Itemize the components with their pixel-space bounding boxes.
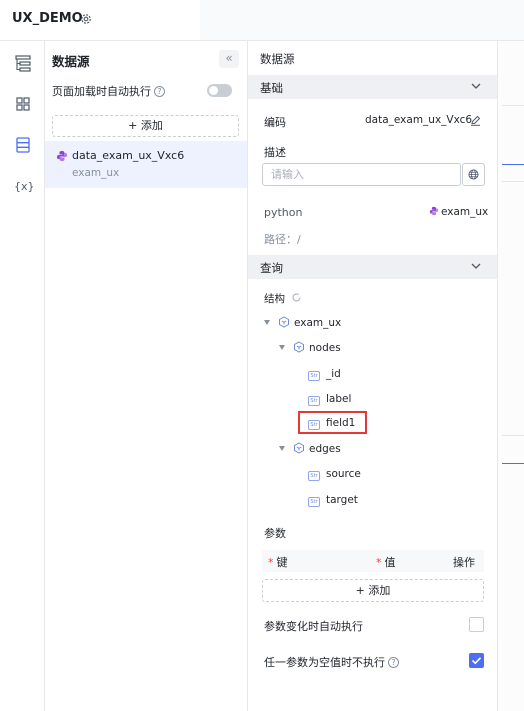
- code-label: 编码: [264, 116, 286, 129]
- python-icon: [429, 206, 439, 216]
- tree-node-label: nodes: [309, 342, 341, 354]
- properties-title: 数据源: [260, 52, 295, 66]
- object-node-icon: [294, 442, 304, 454]
- datasource-name: data_exam_ux_Vxc6: [72, 149, 185, 162]
- object-node-icon: [279, 316, 289, 328]
- topbar-shade: [200, 0, 524, 40]
- path-label: 路径：/: [264, 233, 301, 246]
- top-bar: UX_DEMO: [0, 0, 524, 41]
- tree-node-label: edges: [309, 443, 341, 455]
- help-icon[interactable]: ?: [388, 657, 399, 668]
- check-icon: [471, 657, 482, 665]
- tree-field-label[interactable]: Str label: [308, 390, 351, 408]
- type-value-text: exam_ux: [441, 206, 489, 218]
- tree-field-id[interactable]: Str _id: [308, 365, 341, 383]
- autorun-toggle[interactable]: [207, 84, 232, 97]
- skip-empty-row: 任一参数为空值时不执行?: [264, 654, 399, 670]
- left-rail: {x}: [0, 41, 45, 711]
- autorun-label: 页面加载时自动执行: [52, 85, 151, 98]
- string-type-icon: Str: [308, 497, 320, 507]
- caret-down-icon[interactable]: [264, 320, 270, 325]
- object-node-icon: [294, 341, 304, 353]
- tree-field-label: label: [326, 393, 352, 405]
- param-value-header: * 值: [376, 554, 396, 570]
- i18n-button[interactable]: [462, 163, 485, 186]
- divider: [502, 105, 524, 106]
- refresh-icon[interactable]: [291, 292, 302, 303]
- caret-down-icon[interactable]: [279, 345, 285, 350]
- autorun-on-change-label: 参数变化时自动执行: [264, 620, 363, 633]
- tree-field-target[interactable]: Str target: [308, 491, 358, 509]
- code-value: data_exam_ux_Vxc6: [365, 114, 473, 126]
- properties-panel: 数据源 基础 编码 data_exam_ux_Vxc6 描述 请输入 pytho…: [248, 41, 497, 711]
- chevron-down-icon: [471, 83, 481, 89]
- structure-label-row: 结构: [264, 290, 302, 308]
- edit-icon[interactable]: [470, 115, 481, 126]
- param-key-header: * 键: [268, 554, 288, 570]
- help-icon[interactable]: ?: [154, 86, 165, 97]
- divider: [502, 435, 524, 436]
- toggle-knob: [209, 86, 218, 95]
- query-section-header[interactable]: 查询: [248, 255, 497, 279]
- gear-icon[interactable]: [80, 13, 92, 25]
- svg-text:{x}: {x}: [14, 180, 33, 193]
- panel-title: 数据源: [52, 54, 90, 69]
- highlight-box: [298, 411, 367, 434]
- type-label: python: [264, 206, 303, 219]
- add-datasource-button[interactable]: + 添加: [52, 115, 239, 137]
- params-table-header: * 键 * 值 操作: [262, 550, 484, 572]
- tree-node-nodes[interactable]: nodes: [279, 339, 341, 357]
- divider: [502, 463, 524, 464]
- python-icon: [57, 151, 67, 161]
- param-value-label: 值: [384, 556, 396, 569]
- collapse-button[interactable]: «: [219, 50, 239, 68]
- tree-field-source[interactable]: Str source: [308, 465, 361, 483]
- basic-section-header[interactable]: 基础: [248, 75, 497, 99]
- tree-node-label: exam_ux: [294, 317, 342, 329]
- grid-icon[interactable]: [14, 95, 32, 113]
- tree-field-label: _id: [326, 368, 341, 380]
- add-param-button[interactable]: + 添加: [262, 579, 484, 602]
- divider: [502, 164, 524, 165]
- tree-field-label: source: [326, 468, 361, 480]
- description-label: 描述: [264, 146, 286, 159]
- autorun-on-change-checkbox[interactable]: [469, 617, 484, 632]
- tree-outline-icon[interactable]: [14, 54, 32, 72]
- description-input[interactable]: 请输入: [262, 163, 461, 186]
- canvas-edge: [497, 41, 524, 711]
- required-mark: *: [376, 556, 382, 569]
- required-mark: *: [268, 556, 274, 569]
- skip-empty-label: 任一参数为空值时不执行: [264, 656, 385, 669]
- divider: [502, 181, 524, 182]
- basic-section-title: 基础: [260, 81, 283, 95]
- tree-node-root[interactable]: exam_ux: [264, 314, 341, 332]
- string-type-icon: Str: [308, 371, 320, 381]
- variable-icon[interactable]: {x}: [13, 177, 33, 195]
- app-title: UX_DEMO: [12, 11, 83, 26]
- caret-down-icon[interactable]: [279, 446, 285, 451]
- datasource-icon[interactable]: [14, 136, 32, 154]
- chevron-down-icon: [471, 263, 481, 269]
- datasource-list-item[interactable]: data_exam_ux_Vxc6 exam_ux: [45, 141, 247, 188]
- autorun-setting: 页面加载时自动执行?: [52, 83, 165, 99]
- tree-field-label: target: [326, 494, 358, 506]
- param-action-header: 操作: [453, 556, 475, 569]
- globe-icon: [468, 169, 479, 180]
- string-type-icon: Str: [308, 396, 320, 406]
- structure-label: 结构: [264, 293, 285, 305]
- type-value: exam_ux: [429, 206, 488, 218]
- tree-node-edges[interactable]: edges: [279, 440, 341, 458]
- params-label: 参数: [264, 527, 286, 540]
- skip-empty-checkbox[interactable]: [469, 653, 484, 668]
- string-type-icon: Str: [308, 471, 320, 481]
- param-key-label: 键: [276, 556, 288, 569]
- query-section-title: 查询: [260, 261, 283, 275]
- datasource-panel: 数据源 « 页面加载时自动执行? + 添加 data_exam_ux_Vxc6 …: [45, 41, 248, 711]
- datasource-subtitle: exam_ux: [72, 167, 120, 179]
